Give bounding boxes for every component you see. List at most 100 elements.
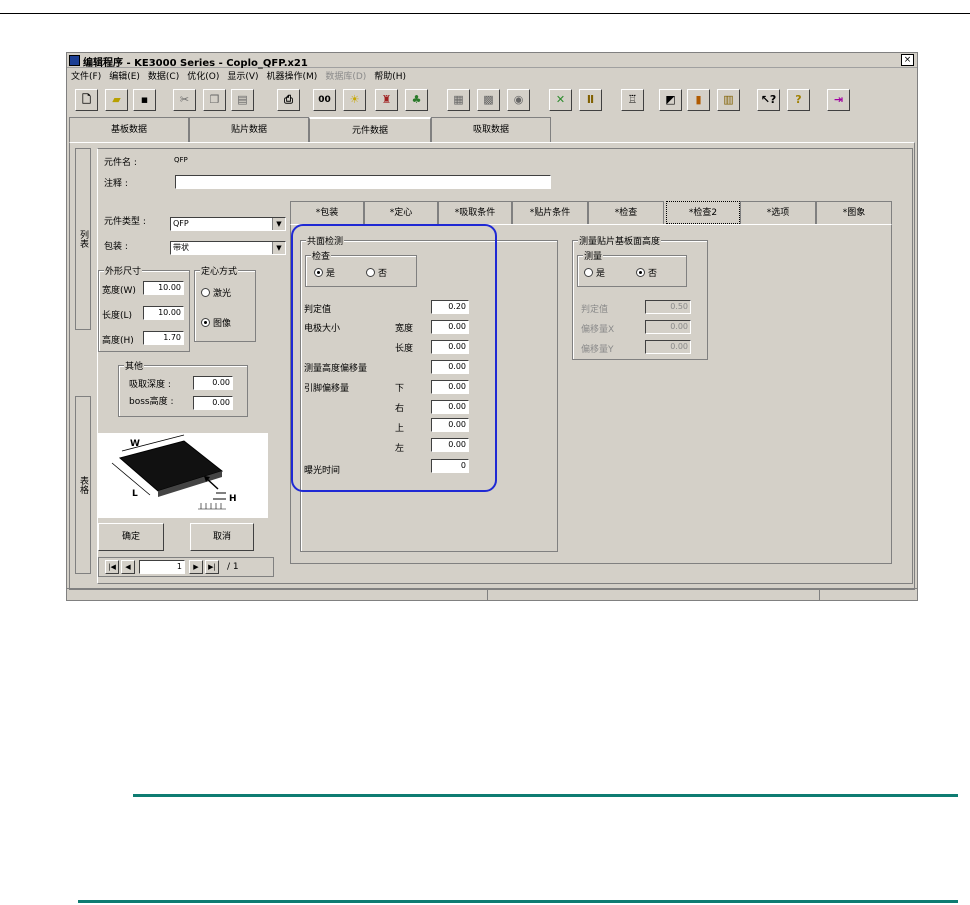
nav-page-input[interactable]: 1 bbox=[139, 560, 185, 574]
subtab-centering[interactable]: *定心 bbox=[364, 201, 438, 224]
laser-radio[interactable]: 激光 bbox=[201, 286, 231, 299]
grid-icon[interactable]: ▩ bbox=[477, 89, 500, 111]
status-divider-1 bbox=[487, 590, 488, 600]
boss-height-input[interactable]: 0.00 bbox=[193, 396, 233, 410]
part-type-label: 元件类型 : bbox=[104, 217, 146, 227]
close-button[interactable]: × bbox=[901, 54, 914, 66]
diagram-w-label: W bbox=[130, 439, 140, 449]
new-icon[interactable]: 🗋 bbox=[75, 89, 98, 111]
laser-radio-circle[interactable] bbox=[201, 288, 210, 297]
menu-help[interactable]: 帮助(H) bbox=[374, 69, 406, 83]
menu-optimize[interactable]: 优化(O) bbox=[187, 69, 219, 83]
cut-icon[interactable]: ✂ bbox=[173, 89, 196, 111]
subtab-image[interactable]: *图象 bbox=[816, 201, 892, 224]
board-height-yes-radio[interactable]: 是 bbox=[584, 266, 605, 279]
length-input[interactable]: 10.00 bbox=[143, 306, 184, 320]
menu-data[interactable]: 数据(C) bbox=[148, 69, 179, 83]
chevron-down-icon[interactable]: ▼ bbox=[272, 218, 285, 230]
paste-icon[interactable]: ▤ bbox=[231, 89, 254, 111]
menu-machine[interactable]: 机器操作(M) bbox=[267, 69, 318, 83]
subtab-inspection[interactable]: *检查 bbox=[588, 201, 664, 224]
menu-database[interactable]: 数据库(D) bbox=[325, 69, 366, 83]
tab-pick-data[interactable]: 吸取数据 bbox=[431, 117, 551, 142]
package-label: 包装 : bbox=[104, 242, 128, 252]
dims-group: 外形尺寸 宽度(W) 10.00 长度(L) 10.00 高度(H) 1.70 bbox=[98, 264, 190, 352]
height-input[interactable]: 1.70 bbox=[143, 331, 184, 345]
board-offset-x-input[interactable]: 0.00 bbox=[645, 320, 691, 334]
save-icon[interactable]: ▪ bbox=[133, 89, 156, 111]
highlight-box bbox=[291, 224, 497, 492]
subtab-place-condition[interactable]: *贴片条件 bbox=[512, 201, 588, 224]
subtab-pick-condition[interactable]: *吸取条件 bbox=[438, 201, 512, 224]
nav-next-button[interactable]: ▶ bbox=[189, 560, 203, 574]
column-icon[interactable]: ▮ bbox=[687, 89, 710, 111]
board-height-no-circle[interactable] bbox=[636, 268, 645, 277]
page-top-rule bbox=[0, 13, 970, 14]
app-icon bbox=[69, 55, 80, 66]
image-radio[interactable]: 图像 bbox=[201, 316, 231, 329]
help-icon[interactable]: ? bbox=[787, 89, 810, 111]
comment-label: 注释 : bbox=[104, 179, 128, 189]
board-height-yes-circle[interactable] bbox=[584, 268, 593, 277]
camera-icon[interactable]: ◉ bbox=[507, 89, 530, 111]
ok-button[interactable]: 确定 bbox=[98, 523, 164, 551]
nav-prev-button[interactable]: ◀ bbox=[121, 560, 135, 574]
board-offset-y-input[interactable]: 0.00 bbox=[645, 340, 691, 354]
copy-icon[interactable]: ❐ bbox=[203, 89, 226, 111]
tab-placement-data[interactable]: 贴片数据 bbox=[189, 117, 309, 142]
board-judge-input[interactable]: 0.50 bbox=[645, 300, 691, 314]
tab-list[interactable]: 列表 bbox=[75, 148, 91, 330]
record-navigator: |◀ ◀ 1 ▶ ▶| / 1 bbox=[98, 557, 274, 577]
exit-icon[interactable]: ⇥ bbox=[827, 89, 850, 111]
layout-icon[interactable]: ♖ bbox=[621, 89, 644, 111]
image-radio-label: 图像 bbox=[213, 319, 232, 329]
subtab-inspection2[interactable]: *检查2 bbox=[666, 201, 740, 224]
width-input[interactable]: 10.00 bbox=[143, 281, 184, 295]
bulb-icon[interactable]: ☀ bbox=[343, 89, 366, 111]
board-icon[interactable]: ▦ bbox=[447, 89, 470, 111]
feeder-icon[interactable]: Ⅱ bbox=[579, 89, 602, 111]
open-icon[interactable]: ▰ bbox=[105, 89, 128, 111]
status-bar bbox=[67, 588, 917, 600]
board-height-no-radio[interactable]: 否 bbox=[636, 266, 657, 279]
shapes-icon[interactable]: ♣ bbox=[405, 89, 428, 111]
chevron-down-icon[interactable]: ▼ bbox=[272, 242, 285, 254]
tab-component-data[interactable]: 元件数据 bbox=[309, 117, 431, 142]
board-height-group: 测量贴片基板面高度 测量 是 否 判定值 0.50 偏移量X 0.00 偏移量Y… bbox=[572, 234, 708, 360]
flag-icon[interactable]: ◩ bbox=[659, 89, 682, 111]
diagram-h-label: H bbox=[229, 494, 237, 504]
nav-last-button[interactable]: ▶| bbox=[205, 560, 219, 574]
glasses-icon[interactable]: 00 bbox=[313, 89, 336, 111]
menu-file[interactable]: 文件(F) bbox=[71, 69, 101, 83]
length-label: 长度(L) bbox=[102, 311, 133, 321]
comment-input[interactable] bbox=[175, 175, 551, 189]
window-title: 编辑程序 - KE3000 Series - Coplo_QFP.x21 bbox=[83, 58, 308, 69]
board-height-measure-group: 测量 是 否 bbox=[577, 249, 687, 287]
qfp-diagram: W L H bbox=[98, 433, 268, 518]
whatsthis-icon[interactable]: ↖? bbox=[757, 89, 780, 111]
menu-view[interactable]: 显示(V) bbox=[227, 69, 258, 83]
height-label: 高度(H) bbox=[102, 336, 134, 346]
nozzle-icon[interactable]: ✕ bbox=[549, 89, 572, 111]
image-radio-circle[interactable] bbox=[201, 318, 210, 327]
book-icon[interactable]: ▥ bbox=[717, 89, 740, 111]
part-name-value: QFP bbox=[174, 156, 188, 164]
nav-first-button[interactable]: |◀ bbox=[105, 560, 119, 574]
cancel-button[interactable]: 取消 bbox=[190, 523, 254, 551]
print-icon[interactable]: ⎙ bbox=[277, 89, 300, 111]
subtab-options[interactable]: *选项 bbox=[740, 201, 816, 224]
divider-line-top bbox=[133, 794, 958, 797]
part-type-select[interactable]: QFP ▼ bbox=[170, 217, 286, 231]
robot-icon[interactable]: ♜ bbox=[375, 89, 398, 111]
pick-depth-input[interactable]: 0.00 bbox=[193, 376, 233, 390]
tab-board-data[interactable]: 基板数据 bbox=[69, 117, 189, 142]
title-bar: 编辑程序 - KE3000 Series - Coplo_QFP.x21 × bbox=[67, 53, 917, 69]
menu-edit[interactable]: 编辑(E) bbox=[109, 69, 140, 83]
diagram-l-label: L bbox=[132, 489, 138, 499]
boss-height-label: boss高度 : bbox=[129, 397, 174, 407]
package-select[interactable]: 带状 ▼ bbox=[170, 241, 286, 255]
other-group-title: 其他 bbox=[124, 359, 145, 372]
board-offset-x-label: 偏移量X bbox=[581, 325, 615, 335]
subtab-package[interactable]: *包装 bbox=[290, 201, 364, 224]
tab-table[interactable]: 表格 bbox=[75, 396, 91, 574]
